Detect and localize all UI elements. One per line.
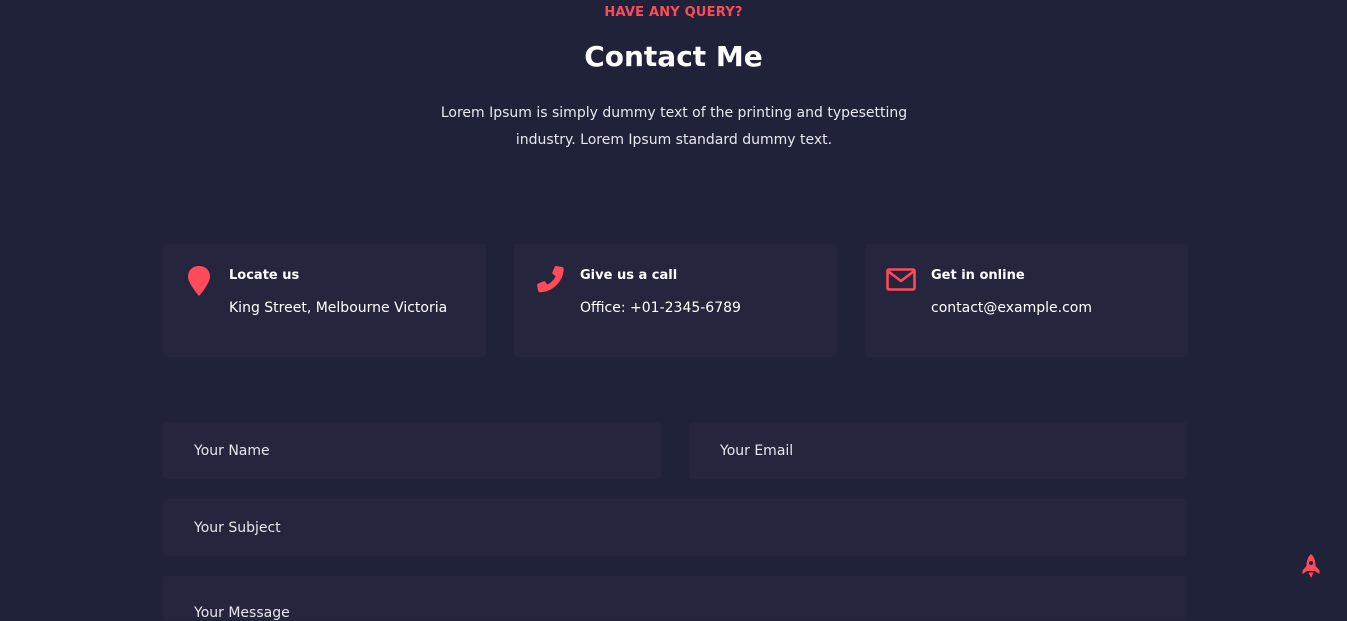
card-title: Give us a call [580, 268, 678, 283]
phone-icon [534, 265, 566, 297]
card-value: contact@example.com [931, 300, 1092, 316]
name-input[interactable]: Your Name [163, 422, 661, 479]
section-description: Lorem Ipsum is simply dummy text of the … [440, 105, 908, 148]
email-placeholder: Your Email [720, 442, 794, 459]
subject-input[interactable]: Your Subject [163, 499, 1187, 556]
card-title: Get in online [931, 268, 1025, 283]
subject-placeholder: Your Subject [194, 519, 281, 536]
envelope-icon [885, 265, 917, 297]
card-value: King Street, Melbourne Victoria [229, 300, 448, 316]
scroll-to-top-button[interactable] [1297, 552, 1325, 584]
message-textarea[interactable]: Your Message [163, 576, 1187, 621]
rocket-icon [1300, 553, 1322, 583]
info-card-location: Locate us King Street, Melbourne Victori… [163, 244, 486, 357]
message-placeholder: Your Message [194, 605, 290, 621]
card-title: Locate us [229, 268, 300, 283]
section-title: Contact Me [584, 40, 763, 73]
info-card-email: Get in online contact@example.com [865, 244, 1188, 357]
card-value: Office: +01-2345-6789 [580, 300, 741, 316]
email-input[interactable]: Your Email [689, 422, 1187, 479]
name-placeholder: Your Name [194, 442, 270, 459]
section-tag: HAVE ANY QUERY? [604, 5, 743, 20]
map-marker-icon [183, 265, 215, 297]
info-card-phone: Give us a call Office: +01-2345-6789 [514, 244, 837, 357]
